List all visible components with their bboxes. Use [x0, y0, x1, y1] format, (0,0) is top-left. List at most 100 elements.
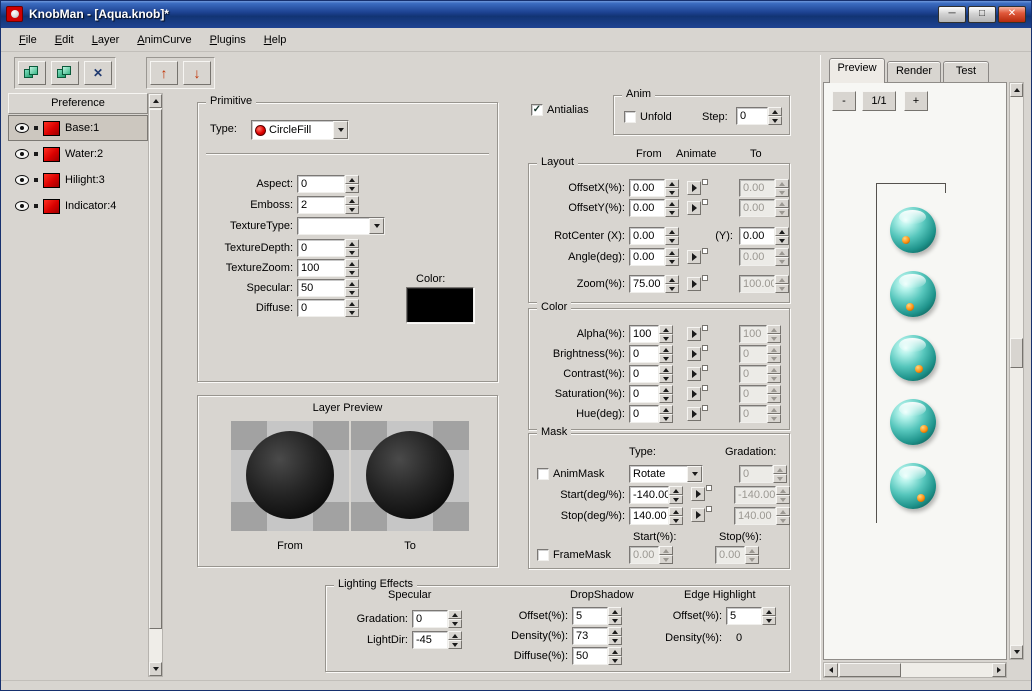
dropdown-arrow-icon[interactable] [369, 218, 384, 234]
checkbox-icon[interactable] [537, 549, 549, 561]
rotcenter-x-spinner[interactable]: 0.00 [629, 227, 679, 245]
spin-up-icon[interactable] [665, 179, 679, 188]
spin-up-icon[interactable] [345, 299, 359, 308]
close-icon[interactable]: ✕ [998, 6, 1026, 23]
ds-diffuse-spinner[interactable]: 50 [572, 647, 622, 665]
spin-up-icon[interactable] [659, 405, 673, 414]
texturezoom-spinner[interactable]: 100 [297, 259, 359, 277]
spin-up-icon[interactable] [665, 199, 679, 208]
diffuse-spinner[interactable]: 0 [297, 299, 359, 317]
spin-down-icon[interactable] [659, 334, 673, 343]
zoom-in-button[interactable]: + [904, 91, 928, 111]
brightness-animate-button[interactable] [687, 346, 709, 363]
spin-up-icon[interactable] [345, 279, 359, 288]
framemask-checkbox[interactable]: FrameMask [537, 547, 611, 563]
spin-down-icon[interactable] [669, 516, 683, 525]
checkbox-check-icon[interactable] [531, 104, 543, 116]
alpha-animate-button[interactable] [687, 326, 709, 343]
mask-stop-from-spinner[interactable]: 140.00 [629, 507, 683, 525]
mask-type-dropdown[interactable]: Rotate [629, 465, 703, 483]
offsetx-from-spinner[interactable]: 0.00 [629, 179, 679, 197]
animate-flag-box[interactable] [702, 385, 708, 391]
move-layer-down-button[interactable]: ↓ [183, 61, 211, 85]
angle-from-spinner[interactable]: 0.00 [629, 248, 679, 266]
spin-up-icon[interactable] [659, 325, 673, 334]
spin-down-icon[interactable] [345, 248, 359, 257]
scroll-thumb[interactable] [149, 109, 162, 629]
menu-animcurve[interactable]: AnimCurve [128, 31, 200, 49]
spin-down-icon[interactable] [345, 308, 359, 317]
spin-down-icon[interactable] [345, 268, 359, 277]
mask-start-animate-button[interactable] [691, 486, 713, 503]
move-layer-up-button[interactable]: ↑ [150, 61, 178, 85]
spin-up-icon[interactable] [659, 365, 673, 374]
visibility-eye-icon[interactable] [15, 201, 29, 211]
spin-up-icon[interactable] [345, 239, 359, 248]
spin-down-icon[interactable] [665, 208, 679, 217]
step-spinner[interactable]: 0 [736, 107, 782, 125]
hue-animate-button[interactable] [687, 406, 709, 423]
spin-down-icon[interactable] [665, 188, 679, 197]
rotcenter-y-spinner[interactable]: 0.00 [739, 227, 789, 245]
spin-up-icon[interactable] [665, 275, 679, 284]
animate-flag-box[interactable] [702, 325, 708, 331]
layer-color-swatch[interactable] [43, 199, 60, 214]
layer-item-base[interactable]: Base:1 [8, 115, 148, 141]
brightness-from-spinner[interactable]: 0 [629, 345, 673, 363]
layer-item-hilight[interactable]: Hilight:3 [8, 167, 148, 193]
dropdown-arrow-icon[interactable] [333, 121, 348, 139]
menu-layer[interactable]: Layer [83, 31, 129, 49]
scroll-thumb[interactable] [1010, 338, 1023, 368]
visibility-eye-icon[interactable] [15, 123, 29, 133]
scroll-down-icon[interactable] [149, 662, 162, 676]
hue-from-spinner[interactable]: 0 [629, 405, 673, 423]
layer-color-swatch[interactable] [43, 147, 60, 162]
animate-flag-box[interactable] [706, 485, 712, 491]
animate-flag-box[interactable] [702, 405, 708, 411]
spin-down-icon[interactable] [768, 116, 782, 125]
spin-up-icon[interactable] [659, 345, 673, 354]
specular-spinner[interactable]: 50 [297, 279, 359, 297]
layer-panel-header[interactable]: Preference [8, 93, 148, 114]
menu-help[interactable]: Help [255, 31, 296, 49]
scroll-up-icon[interactable] [1010, 83, 1023, 97]
spin-down-icon[interactable] [659, 374, 673, 383]
antialias-checkbox[interactable]: Antialias [531, 102, 589, 118]
minimize-icon[interactable]: ─ [938, 6, 966, 23]
spin-up-icon[interactable] [345, 196, 359, 205]
spin-down-icon[interactable] [775, 236, 789, 245]
mask-start-from-spinner[interactable]: -140.00 [629, 486, 683, 504]
layer-color-swatch[interactable] [43, 121, 60, 136]
duplicate-layer-button[interactable] [51, 61, 79, 85]
spin-down-icon[interactable] [665, 257, 679, 266]
spin-up-icon[interactable] [345, 175, 359, 184]
scroll-right-icon[interactable] [992, 663, 1006, 677]
spin-up-icon[interactable] [775, 227, 789, 236]
animate-flag-box[interactable] [702, 199, 708, 205]
spin-down-icon[interactable] [669, 495, 683, 504]
contrast-from-spinner[interactable]: 0 [629, 365, 673, 383]
zoom-level-button[interactable]: 1/1 [862, 91, 896, 111]
checkbox-icon[interactable] [537, 468, 549, 480]
alpha-from-spinner[interactable]: 100 [629, 325, 673, 343]
spin-down-icon[interactable] [659, 354, 673, 363]
unfold-checkbox[interactable]: Unfold [624, 109, 672, 125]
menu-plugins[interactable]: Plugins [201, 31, 255, 49]
spin-down-icon[interactable] [665, 236, 679, 245]
spin-up-icon[interactable] [669, 507, 683, 516]
spin-down-icon[interactable] [659, 394, 673, 403]
spin-up-icon[interactable] [665, 227, 679, 236]
visibility-eye-icon[interactable] [15, 175, 29, 185]
spin-down-icon[interactable] [608, 656, 622, 665]
spin-down-icon[interactable] [345, 205, 359, 214]
scroll-up-icon[interactable] [149, 94, 162, 108]
offsety-animate-button[interactable] [687, 200, 709, 217]
layer-item-indicator[interactable]: Indicator:4 [8, 193, 148, 219]
dropdown-arrow-icon[interactable] [687, 466, 702, 482]
spin-up-icon[interactable] [665, 248, 679, 257]
zoom-animate-button[interactable] [687, 276, 709, 293]
layer-color-swatch[interactable] [43, 173, 60, 188]
spin-down-icon[interactable] [762, 616, 776, 625]
spin-up-icon[interactable] [768, 107, 782, 116]
preview-vertical-scrollbar[interactable] [1009, 82, 1024, 660]
